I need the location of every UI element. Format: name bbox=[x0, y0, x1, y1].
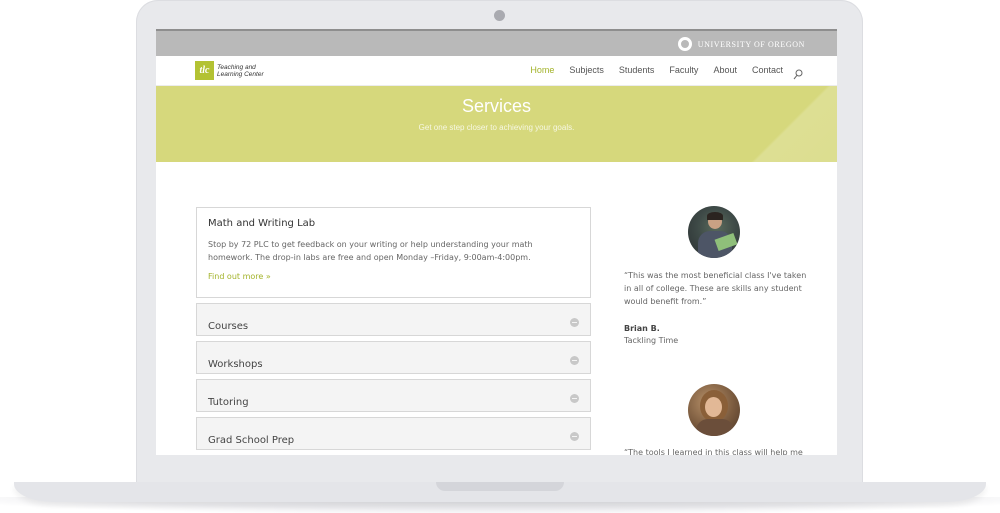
main-nav: Home Subjects Students Faculty About Con… bbox=[530, 65, 783, 75]
accordion-item-label: Workshops bbox=[208, 359, 263, 370]
services-accordion: Math and Writing Lab Stop by 72 PLC to g… bbox=[196, 207, 591, 450]
brand-line-2: Learning Center bbox=[217, 70, 264, 78]
accordion-item-tutoring[interactable]: Tutoring bbox=[196, 379, 591, 412]
accordion-item-label: Grad School Prep bbox=[208, 435, 295, 446]
hero-banner: Services Get one step closer to achievin… bbox=[156, 86, 837, 162]
brand-mark: tlc bbox=[195, 61, 214, 80]
search-icon[interactable] bbox=[793, 69, 803, 80]
nav-item-subjects[interactable]: Subjects bbox=[569, 65, 604, 75]
expand-icon[interactable] bbox=[570, 394, 579, 403]
find-out-more-link[interactable]: Find out more » bbox=[208, 272, 271, 281]
accordion-open-title: Math and Writing Lab bbox=[208, 218, 316, 229]
accordion-item-workshops[interactable]: Workshops bbox=[196, 341, 591, 374]
accordion-item-label: Tutoring bbox=[208, 397, 249, 408]
testimonial-avatar bbox=[688, 206, 740, 258]
nav-item-contact[interactable]: Contact bbox=[752, 65, 783, 75]
utility-bar: UNIVERSITY OF OREGON bbox=[156, 29, 837, 56]
expand-icon[interactable] bbox=[570, 318, 579, 327]
testimonial-role: Tackling Time bbox=[624, 336, 679, 345]
university-logo[interactable]: UNIVERSITY OF OREGON bbox=[677, 37, 805, 51]
testimonial-2: “The tools I learned in this class will … bbox=[624, 446, 814, 455]
testimonial-quote: “The tools I learned in this class will … bbox=[624, 448, 803, 455]
university-name: UNIVERSITY OF OREGON bbox=[697, 39, 805, 49]
avatar-head bbox=[705, 397, 722, 417]
brand-name: Teaching and Learning Center bbox=[217, 64, 264, 78]
screen: UNIVERSITY OF OREGON tlc Teaching and Le… bbox=[156, 29, 837, 455]
accordion-item-open[interactable]: Math and Writing Lab Stop by 72 PLC to g… bbox=[196, 207, 591, 298]
testimonial-1: “This was the most beneficial class I've… bbox=[624, 269, 814, 345]
accordion-item-courses[interactable]: Courses bbox=[196, 303, 591, 336]
accordion-item-grad-school-prep[interactable]: Grad School Prep bbox=[196, 417, 591, 450]
site-header: tlc Teaching and Learning Center Home Su… bbox=[156, 56, 837, 86]
avatar-hair bbox=[707, 212, 723, 220]
page-subtitle: Get one step closer to achieving your go… bbox=[418, 123, 575, 132]
expand-icon[interactable] bbox=[570, 356, 579, 365]
expand-icon[interactable] bbox=[570, 432, 579, 441]
accordion-item-label: Courses bbox=[208, 321, 249, 332]
laptop-notch bbox=[436, 482, 564, 491]
brand-line-1: Teaching and bbox=[217, 63, 256, 71]
avatar-figure bbox=[696, 419, 734, 436]
brand-logo[interactable]: tlc Teaching and Learning Center bbox=[195, 61, 264, 80]
camera-dot bbox=[494, 10, 505, 21]
nav-item-about[interactable]: About bbox=[713, 65, 737, 75]
uo-o-icon bbox=[677, 37, 692, 51]
nav-item-home[interactable]: Home bbox=[530, 65, 554, 75]
testimonial-avatar bbox=[688, 384, 740, 436]
testimonial-author: Brian B. bbox=[624, 324, 660, 333]
nav-item-students[interactable]: Students bbox=[619, 65, 655, 75]
accordion-open-body: Stop by 72 PLC to get feedback on your w… bbox=[208, 240, 533, 262]
testimonial-quote: “This was the most beneficial class I've… bbox=[624, 271, 807, 306]
nav-item-faculty[interactable]: Faculty bbox=[669, 65, 698, 75]
page-title: Services bbox=[461, 96, 532, 116]
